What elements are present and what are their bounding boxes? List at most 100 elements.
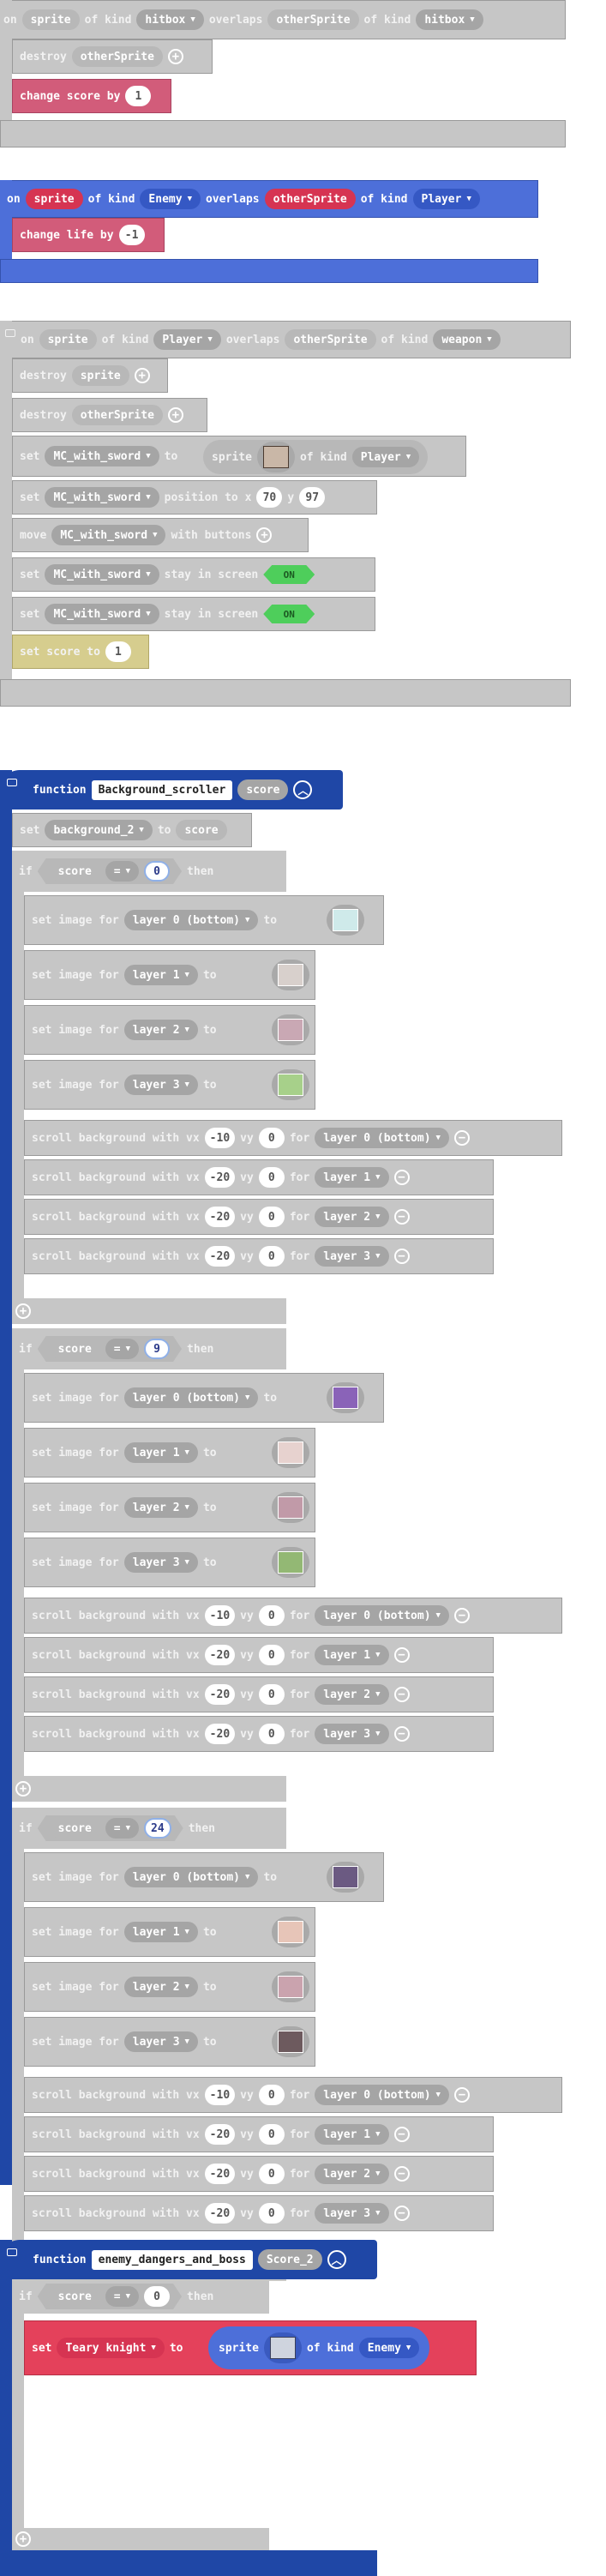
sprite-parameter[interactable]: sprite	[39, 329, 97, 350]
vy-input[interactable]: 0	[258, 1246, 285, 1267]
change-score-block[interactable]: change score by 1	[12, 79, 171, 113]
layer-dropdown[interactable]: layer 2	[315, 2164, 389, 2184]
layer-dropdown[interactable]: layer 0 (bottom)	[315, 2085, 449, 2105]
image-thumbnail[interactable]	[327, 1862, 364, 1893]
kind-dropdown[interactable]: Player	[153, 329, 221, 350]
image-thumbnail[interactable]	[272, 1547, 309, 1578]
layer-dropdown[interactable]: layer 0 (bottom)	[315, 1128, 449, 1148]
vx-input[interactable]: -20	[204, 1207, 236, 1227]
destroy-block[interactable]: destroy sprite +	[12, 358, 168, 393]
destroy-target-parameter[interactable]: otherSprite	[71, 46, 163, 67]
vx-input[interactable]: -20	[204, 1684, 236, 1705]
vx-input[interactable]: -10	[204, 2085, 236, 2105]
minus-icon[interactable]: −	[453, 2087, 470, 2103]
destroy-target-parameter[interactable]: otherSprite	[71, 405, 163, 425]
event-block-enemy-player-overlap[interactable]: on sprite of kind Enemy overlaps otherSp…	[0, 180, 538, 283]
layer-dropdown[interactable]: layer 1	[315, 2124, 389, 2145]
variable-dropdown[interactable]: Teary knight	[57, 2338, 165, 2358]
layer-dropdown[interactable]: layer 2	[315, 1207, 389, 1227]
change-life-block[interactable]: change life by -1	[12, 218, 165, 252]
stay-in-screen-block[interactable]: set MC_with_sword stay in screen ON	[12, 557, 375, 592]
minus-icon[interactable]: −	[453, 1608, 470, 1623]
collapse-icon[interactable]: ︿	[293, 780, 313, 799]
value-parameter[interactable]: score	[176, 820, 227, 840]
minus-icon[interactable]: −	[393, 1170, 410, 1185]
set-variable-block[interactable]: set background_2 to score	[12, 813, 252, 847]
layer-dropdown[interactable]: layer 0 (bottom)	[315, 1605, 449, 1626]
set-image-block[interactable]: set image for layer 3 to	[24, 1538, 315, 1587]
scroll-background-block[interactable]: scroll background with vx -20 vy 0 for layer …	[24, 1238, 494, 1274]
minus-icon[interactable]: −	[393, 1726, 410, 1742]
image-thumbnail[interactable]	[272, 1014, 309, 1045]
layer-dropdown[interactable]: layer 3	[315, 2203, 389, 2224]
vx-input[interactable]: -20	[204, 2164, 236, 2184]
operator-dropdown[interactable]: =	[105, 861, 139, 882]
operator-dropdown[interactable]: =	[105, 1339, 139, 1359]
scroll-background-block[interactable]: scroll background with vx -20 vy 0 for layer …	[24, 1637, 494, 1673]
variable-dropdown[interactable]: MC_with_sword	[45, 446, 159, 466]
set-score-block[interactable]: set score to 1	[12, 635, 149, 669]
layer-dropdown[interactable]: layer 1	[123, 1442, 198, 1463]
plus-icon[interactable]: +	[167, 49, 183, 64]
position-y-input[interactable]: 97	[299, 487, 326, 508]
sprite-kind-dropdown[interactable]: Player	[351, 447, 420, 467]
layer-dropdown[interactable]: layer 2	[123, 1977, 198, 1997]
condition-value-input[interactable]: 9	[144, 1339, 170, 1359]
score-value-input[interactable]: 1	[105, 641, 131, 662]
minus-icon[interactable]: −	[393, 1647, 410, 1663]
life-amount-input[interactable]: -1	[118, 225, 145, 245]
scroll-background-block[interactable]: scroll background with vx -10 vy 0 for layer …	[24, 1598, 562, 1634]
on-toggle[interactable]: ON	[263, 565, 315, 584]
layer-dropdown[interactable]: layer 2	[123, 1020, 198, 1040]
comparison-block[interactable]: score=9	[38, 1336, 182, 1362]
set-image-block[interactable]: set image for layer 1 to	[24, 1428, 315, 1478]
set-image-block[interactable]: set image for layer 0 (bottom) to	[24, 895, 384, 945]
plus-icon[interactable]: +	[15, 1303, 31, 1319]
vy-input[interactable]: 0	[258, 1128, 285, 1148]
destroy-block[interactable]: destroy otherSprite +	[12, 39, 213, 74]
vy-input[interactable]: 0	[258, 2124, 285, 2145]
plus-icon[interactable]: +	[15, 1781, 31, 1797]
vy-input[interactable]: 0	[258, 1645, 285, 1665]
plus-icon[interactable]: +	[256, 527, 273, 543]
event-block-hitbox-overlap[interactable]: on sprite of kind hitbox overlaps otherS…	[0, 0, 566, 147]
layer-dropdown[interactable]: layer 1	[123, 1922, 198, 1942]
vx-input[interactable]: -20	[204, 1246, 236, 1267]
layer-dropdown[interactable]: layer 3	[123, 1074, 198, 1095]
condition-variable[interactable]: score	[50, 2286, 100, 2307]
minus-icon[interactable]: −	[393, 2166, 410, 2182]
comment-icon[interactable]	[7, 2248, 17, 2256]
function-name-input[interactable]: enemy_dangers_and_boss	[91, 2249, 253, 2270]
layer-dropdown[interactable]: layer 3	[315, 1724, 389, 1744]
variable-dropdown[interactable]: MC_with_sword	[51, 525, 166, 545]
vx-input[interactable]: -10	[204, 1605, 236, 1626]
sprite-parameter[interactable]: sprite	[21, 9, 80, 30]
layer-dropdown[interactable]: layer 3	[123, 1552, 198, 1573]
function-block-enemy-dangers[interactable]: function enemy_dangers_and_boss Score_2 …	[0, 2240, 477, 2576]
scroll-background-block[interactable]: scroll background with vx -20 vy 0 for layer …	[24, 1199, 494, 1235]
scroll-background-block[interactable]: scroll background with vx -20 vy 0 for layer …	[24, 2116, 494, 2152]
minus-icon[interactable]: −	[393, 1209, 410, 1225]
minus-icon[interactable]: −	[393, 1249, 410, 1264]
scroll-background-block[interactable]: scroll background with vx -10 vy 0 for layer …	[24, 1120, 562, 1156]
image-thumbnail[interactable]	[272, 1492, 309, 1523]
vy-input[interactable]: 0	[258, 2164, 285, 2184]
set-sprite-block[interactable]: set Teary knight to sprite of kind Enemy	[24, 2320, 477, 2375]
set-image-block[interactable]: set image for layer 2 to	[24, 1962, 315, 2012]
comparison-block[interactable]: score=24	[38, 1815, 183, 1841]
operator-dropdown[interactable]: =	[105, 2286, 139, 2307]
condition-variable[interactable]: score	[50, 1339, 100, 1359]
vy-input[interactable]: 0	[258, 2203, 285, 2224]
layer-dropdown[interactable]: layer 0 (bottom)	[123, 1867, 259, 1887]
layer-dropdown[interactable]: layer 2	[123, 1497, 198, 1518]
comparison-block[interactable]: score = 0	[38, 2284, 182, 2309]
if-block[interactable]: if score=24 then set image for layer 0 (bott…	[12, 1808, 562, 2281]
layer-dropdown[interactable]: layer 3	[315, 1246, 389, 1267]
kind-dropdown[interactable]: Enemy	[140, 189, 201, 209]
image-thumbnail[interactable]	[272, 1069, 309, 1100]
vy-input[interactable]: 0	[258, 1684, 285, 1705]
layer-dropdown[interactable]: layer 3	[123, 2031, 198, 2052]
other-kind-dropdown[interactable]: hitbox	[416, 9, 483, 30]
layer-dropdown[interactable]: layer 2	[315, 1684, 389, 1705]
set-image-block[interactable]: set image for layer 0 (bottom) to	[24, 1852, 384, 1902]
